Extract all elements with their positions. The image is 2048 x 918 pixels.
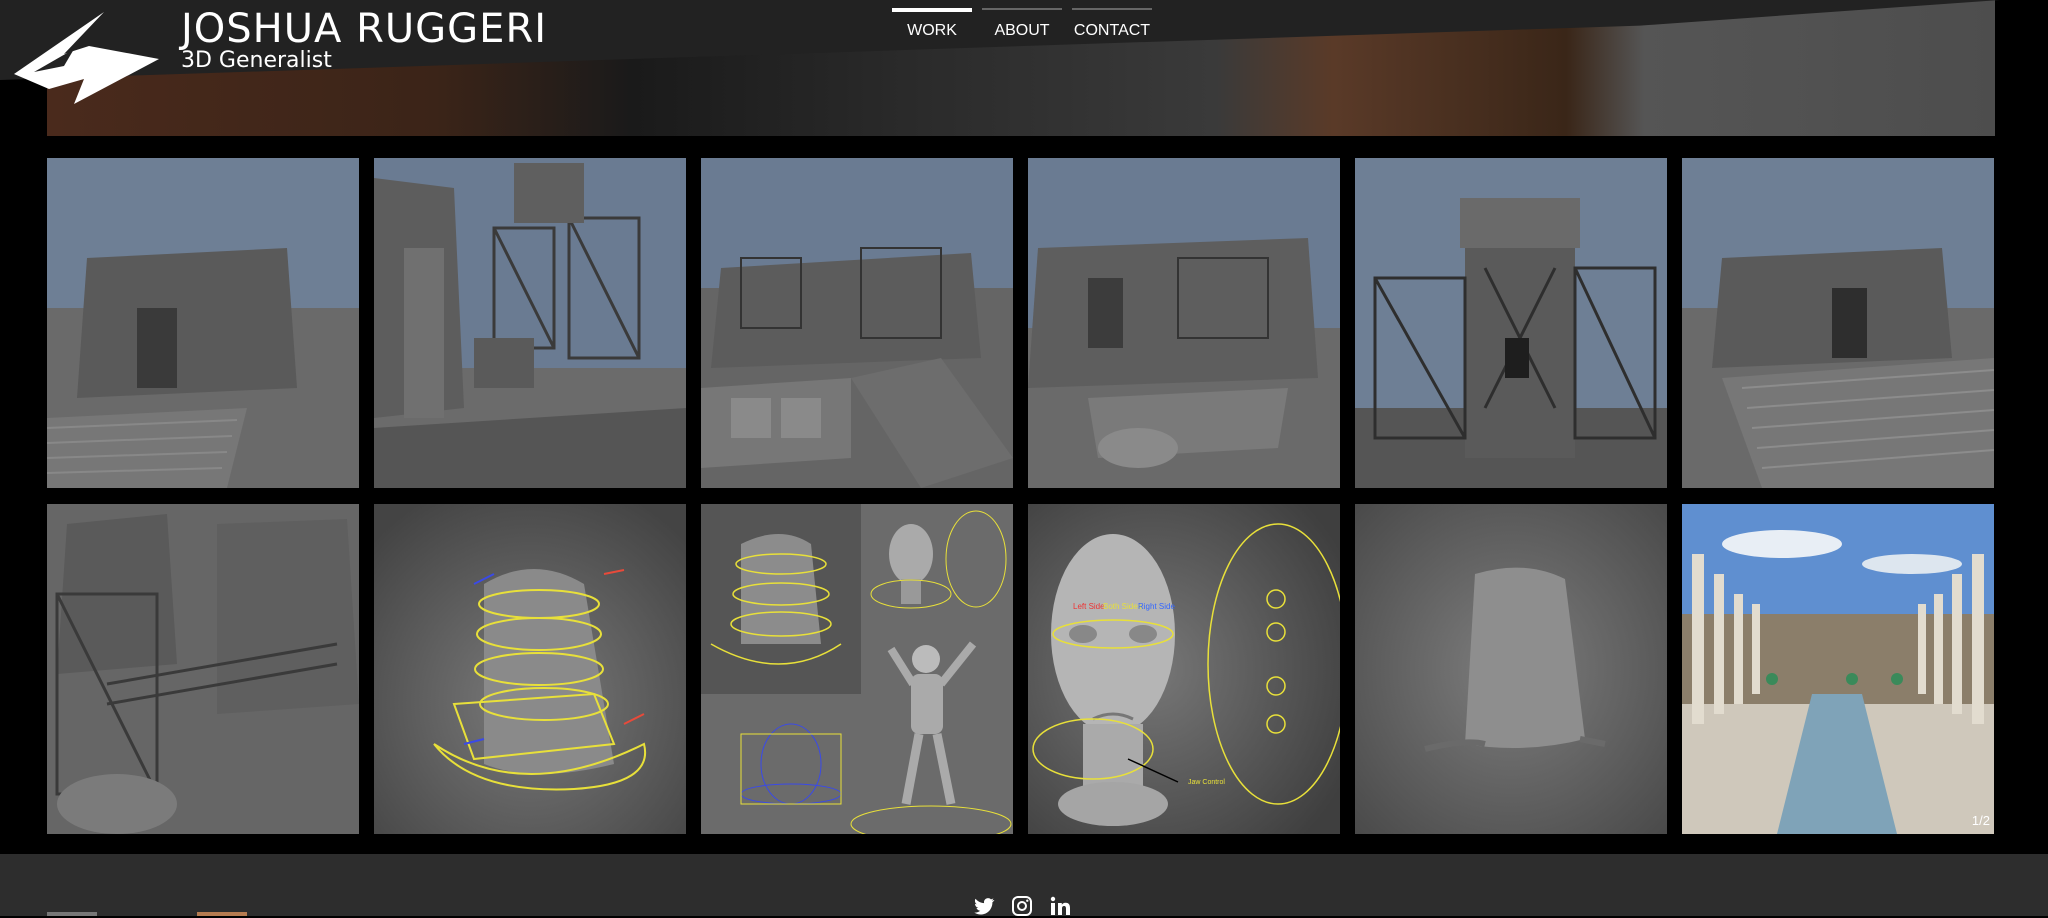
sack-image: [1355, 504, 1667, 834]
jaw-control-label: Jaw Control: [1188, 779, 1225, 786]
site-title[interactable]: JOSHUA RUGGERI: [181, 6, 547, 52]
gallery-tile-ruins-3[interactable]: [701, 158, 1013, 488]
logo-icon[interactable]: [4, 4, 164, 104]
gallery-tile-character-rig[interactable]: [701, 504, 1013, 834]
ruins-image: [47, 504, 359, 834]
gallery-tile-sack-rig[interactable]: [374, 504, 686, 834]
both-sides-label: Both Sides: [1103, 602, 1142, 611]
social-links: [972, 894, 1072, 918]
face-rig-image: Left Side Both Sides Right Side Jaw Cont…: [1028, 504, 1340, 834]
linkedin-icon[interactable]: [1048, 894, 1072, 918]
main-nav: WORK ABOUT CONTACT: [892, 8, 1152, 52]
site-footer: [0, 854, 2048, 916]
gallery-tile-ruins-5[interactable]: [1355, 158, 1667, 488]
ruins-image: [701, 158, 1013, 488]
right-side-label: Right Side: [1138, 602, 1175, 611]
left-side-label: Left Side: [1073, 602, 1105, 611]
character-rig-image: [701, 504, 1013, 834]
courtyard-image: [1682, 504, 1994, 834]
gallery-tile-sack[interactable]: [1355, 504, 1667, 834]
gallery-counter: 1/2: [1971, 813, 1990, 828]
footer-decor: [197, 912, 247, 916]
gallery-tile-ruins-1[interactable]: [47, 158, 359, 488]
site-subtitle: 3D Generalist: [181, 48, 332, 73]
site-header: JOSHUA RUGGERI 3D Generalist WORK ABOUT …: [0, 0, 2048, 140]
nav-work[interactable]: WORK: [892, 8, 972, 52]
gallery-grid: Left Side Both Sides Right Side Jaw Cont…: [47, 158, 1995, 834]
ruins-image: [1028, 158, 1340, 488]
ruins-image: [1355, 158, 1667, 488]
gallery-tile-ruins-6[interactable]: [1682, 158, 1994, 488]
gallery-tile-face-rig[interactable]: Left Side Both Sides Right Side Jaw Cont…: [1028, 504, 1340, 834]
sack-rig-image: [374, 504, 686, 834]
nav-contact[interactable]: CONTACT: [1072, 8, 1152, 52]
ruins-image: [374, 158, 686, 488]
gallery-tile-courtyard[interactable]: 1/2: [1682, 504, 1994, 834]
gallery-tile-ruins-7[interactable]: [47, 504, 359, 834]
ruins-image: [1682, 158, 1994, 488]
footer-decor: [47, 912, 97, 916]
instagram-icon[interactable]: [1010, 894, 1034, 918]
ruins-image: [47, 158, 359, 488]
gallery-tile-ruins-2[interactable]: [374, 158, 686, 488]
gallery-tile-ruins-4[interactable]: [1028, 158, 1340, 488]
twitter-icon[interactable]: [972, 894, 996, 918]
nav-about[interactable]: ABOUT: [982, 8, 1062, 52]
